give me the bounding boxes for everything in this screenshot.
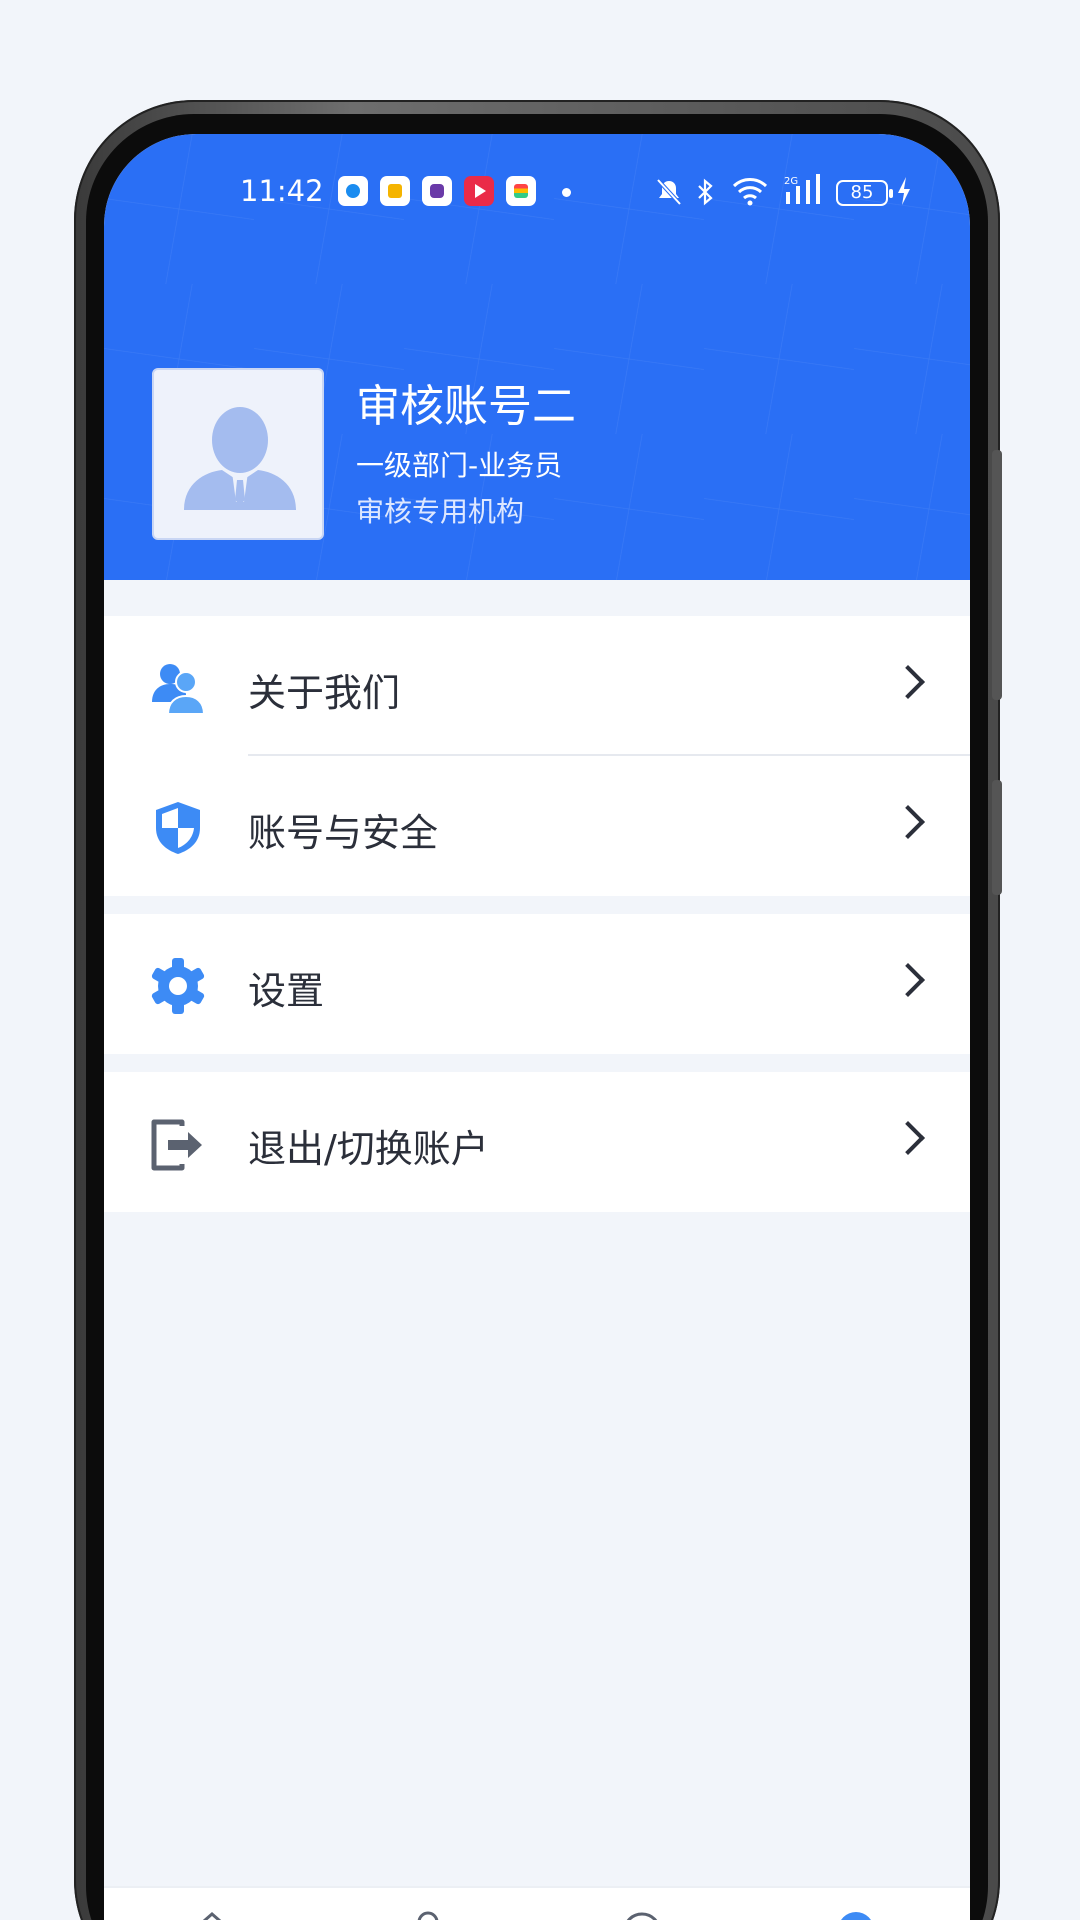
logout-label: 退出/切换账户 bbox=[248, 1127, 489, 1171]
account-security-label: 账号与安全 bbox=[248, 811, 439, 855]
bottom-navigation bbox=[104, 1886, 970, 1920]
bluetooth-icon bbox=[698, 178, 713, 206]
about-label: 关于我们 bbox=[248, 671, 401, 715]
home-icon[interactable] bbox=[192, 1908, 232, 1920]
users-icon bbox=[152, 664, 206, 715]
chevron-right-icon bbox=[891, 963, 925, 997]
avatar[interactable] bbox=[152, 368, 324, 540]
message-icon[interactable] bbox=[622, 1908, 662, 1920]
mute-bell-icon bbox=[656, 178, 682, 206]
default-avatar-icon bbox=[184, 407, 296, 510]
profile-active-icon[interactable] bbox=[836, 1908, 876, 1920]
video-app-icon bbox=[464, 176, 494, 206]
app-notification-icon bbox=[422, 176, 452, 206]
wallet-app-icon bbox=[506, 176, 536, 206]
battery-icon: 85 bbox=[836, 180, 893, 206]
app-notification-icon bbox=[380, 176, 410, 206]
profile-role: 一级部门-业务员 bbox=[356, 449, 563, 482]
svg-text:2G: 2G bbox=[784, 176, 798, 187]
status-bar: 11:42 2G 85 bbox=[104, 168, 970, 218]
more-notifications-dot bbox=[562, 188, 571, 197]
chevron-right-icon bbox=[891, 1121, 925, 1155]
status-time: 11:42 bbox=[240, 174, 324, 208]
menu-item-about[interactable]: 关于我们 bbox=[104, 616, 970, 756]
wifi-icon bbox=[732, 178, 768, 206]
gear-icon bbox=[151, 958, 205, 1014]
chevron-right-icon bbox=[891, 665, 925, 699]
menu-group-logout: 退出/切换账户 bbox=[104, 1072, 970, 1212]
menu-item-logout[interactable]: 退出/切换账户 bbox=[104, 1072, 970, 1212]
chevron-right-icon bbox=[891, 805, 925, 839]
profile-organization: 审核专用机构 bbox=[356, 495, 525, 528]
power-button bbox=[992, 780, 1002, 895]
menu-item-settings[interactable]: 设置 bbox=[104, 914, 970, 1054]
logout-icon bbox=[151, 1119, 202, 1171]
menu-group-account: 关于我们 账号与安全 bbox=[104, 616, 970, 896]
settings-label: 设置 bbox=[248, 969, 325, 1013]
profile-name: 审核账号二 bbox=[356, 381, 576, 432]
menu-item-account-security[interactable]: 账号与安全 bbox=[104, 756, 970, 896]
signal-2g-icon: 2G bbox=[784, 174, 820, 204]
volume-button bbox=[992, 450, 1002, 700]
shield-icon bbox=[156, 802, 200, 854]
charging-icon bbox=[898, 177, 910, 205]
profile-header: 11:42 2G 85 审核账号二 一级部门-业务员 审核专用机构 bbox=[104, 134, 970, 580]
app-notification-icon bbox=[338, 176, 368, 206]
menu-group-settings: 设置 bbox=[104, 914, 970, 1054]
app-screen: 11:42 2G 85 审核账号二 一级部门-业务员 审核专用机构 关于我们 账… bbox=[104, 134, 970, 1920]
user-icon[interactable] bbox=[408, 1908, 448, 1920]
